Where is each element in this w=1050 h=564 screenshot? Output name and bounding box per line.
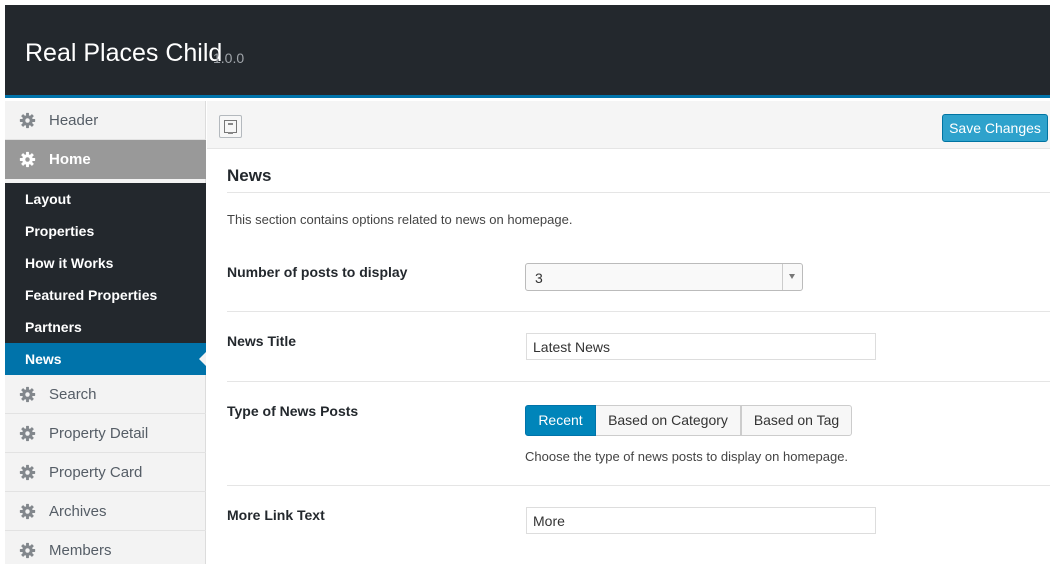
select-arrow-zone: [782, 264, 802, 290]
sidebar-item-archives[interactable]: Archives: [5, 492, 206, 531]
news-type-tag-button[interactable]: Based on Tag: [741, 405, 852, 436]
news-type-category-button[interactable]: Based on Category: [596, 405, 741, 436]
sidebar-item-label: Search: [49, 386, 97, 403]
layout-toggle-icon[interactable]: [219, 115, 242, 138]
sidebar-item-members[interactable]: Members: [5, 531, 206, 564]
sidebar: Header Home Layout Properties How it Wor…: [5, 101, 206, 564]
submenu-item-label: How it Works: [25, 255, 114, 271]
news-title-input[interactable]: [526, 333, 876, 360]
options-toolbar: Save Changes: [207, 101, 1050, 149]
sidebar-item-property-detail[interactable]: Property Detail: [5, 414, 206, 453]
sidebar-item-header[interactable]: Header: [5, 101, 206, 140]
sidebar-item-label: Members: [49, 542, 112, 559]
section-description: This section contains options related to…: [227, 212, 573, 227]
gear-icon: [19, 542, 36, 559]
sidebar-item-label: Property Detail: [49, 425, 149, 442]
gear-icon: [19, 464, 36, 481]
app-title: Real Places Child: [25, 39, 223, 67]
sidebar-item-property-card[interactable]: Property Card: [5, 453, 206, 492]
num-posts-label: Number of posts to display: [227, 264, 408, 280]
gear-icon: [19, 112, 36, 129]
options-panel: Real Places Child 1.0.0 Header Home Layo…: [5, 5, 1050, 564]
gear-icon: [19, 151, 36, 168]
news-type-recent-button[interactable]: Recent: [525, 405, 596, 436]
more-link-label: More Link Text: [227, 507, 325, 523]
sidebar-item-label: Home: [49, 151, 91, 168]
submenu-item-label: Properties: [25, 223, 95, 239]
gear-icon: [19, 503, 36, 520]
submenu-item-news[interactable]: News: [5, 343, 206, 375]
chevron-down-icon: [789, 274, 795, 279]
app-version: 1.0.0: [213, 50, 245, 66]
save-changes-button[interactable]: Save Changes: [942, 114, 1048, 142]
home-submenu: Layout Properties How it Works Featured …: [5, 183, 206, 375]
submenu-item-layout[interactable]: Layout: [5, 183, 206, 215]
sidebar-item-label: Header: [49, 112, 99, 129]
news-section: News This section contains options relat…: [227, 150, 1050, 564]
news-type-help-text: Choose the type of news posts to display…: [525, 449, 849, 464]
sidebar-item-label: Property Card: [49, 464, 143, 481]
submenu-item-label: News: [25, 351, 62, 367]
submenu-item-featured-properties[interactable]: Featured Properties: [5, 279, 206, 311]
sidebar-item-home[interactable]: Home: [5, 140, 206, 179]
divider: [227, 311, 1050, 312]
num-posts-value: 3: [535, 270, 543, 286]
sidebar-item-search[interactable]: Search: [5, 375, 206, 414]
divider: [227, 381, 1050, 382]
num-posts-select[interactable]: 3: [525, 263, 803, 291]
panel-header: Real Places Child 1.0.0: [5, 5, 1050, 98]
divider: [227, 485, 1050, 486]
submenu-item-how-it-works[interactable]: How it Works: [5, 247, 206, 279]
sidebar-item-label: Archives: [49, 503, 107, 520]
submenu-item-label: Layout: [25, 191, 71, 207]
more-link-input[interactable]: [526, 507, 876, 534]
submenu-item-label: Partners: [25, 319, 82, 335]
divider: [227, 192, 1050, 193]
submenu-item-properties[interactable]: Properties: [5, 215, 206, 247]
gear-icon: [19, 425, 36, 442]
section-title: News: [227, 166, 272, 185]
submenu-item-label: Featured Properties: [25, 287, 158, 303]
submenu-item-partners[interactable]: Partners: [5, 311, 206, 343]
news-type-label: Type of News Posts: [227, 403, 359, 419]
gear-icon: [19, 386, 36, 403]
news-title-label: News Title: [227, 333, 296, 349]
